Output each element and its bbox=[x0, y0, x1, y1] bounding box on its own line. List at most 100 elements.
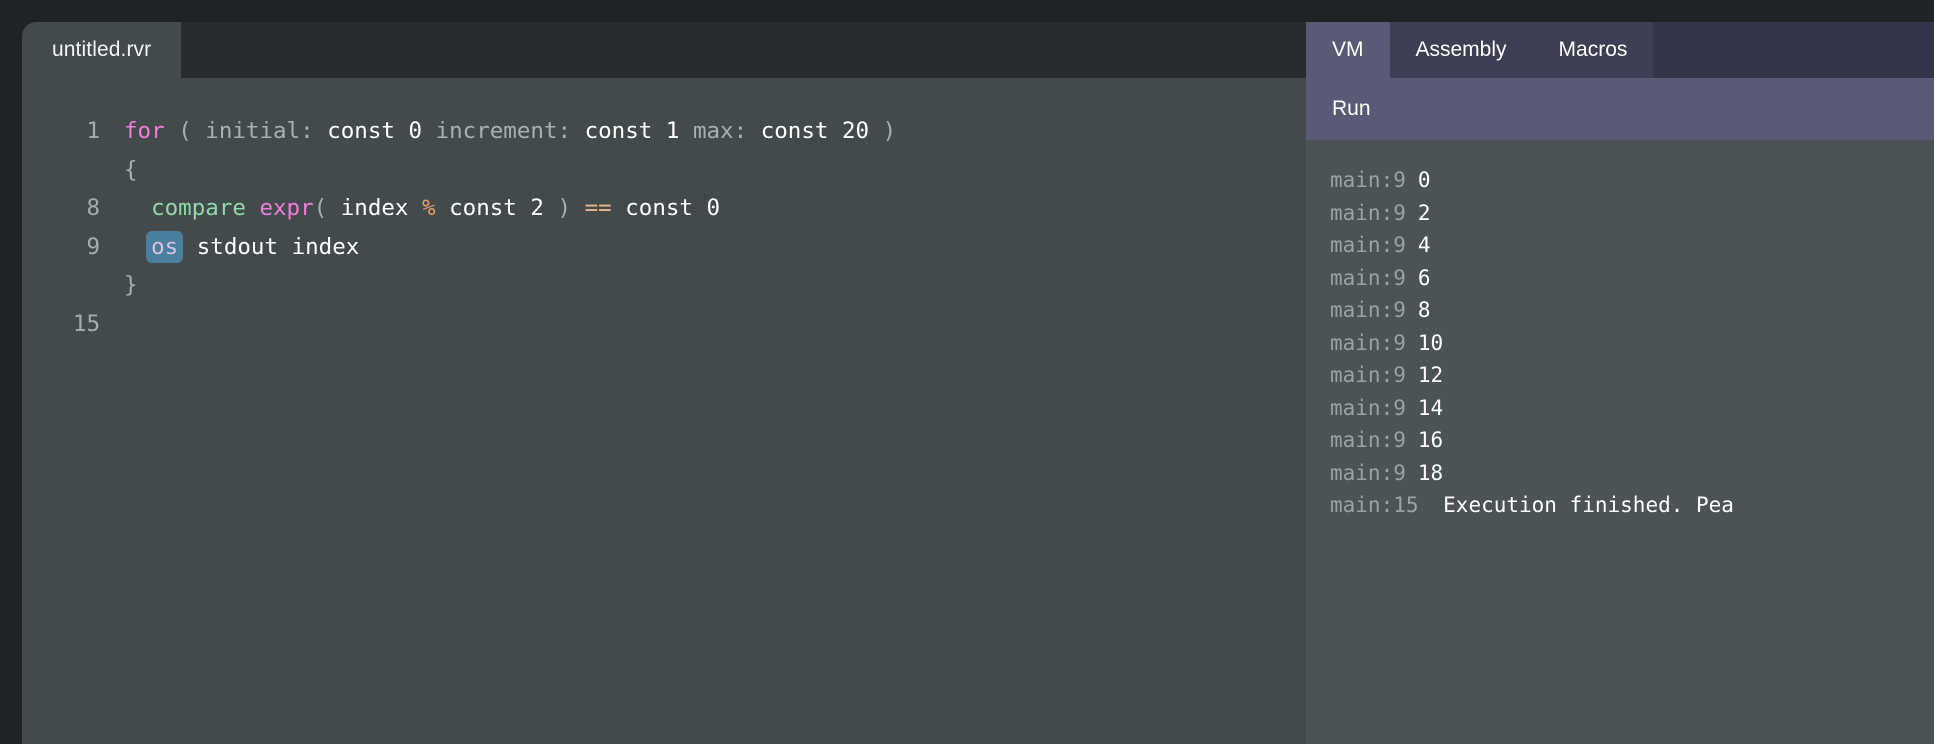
vm-output-line: main:9 2 bbox=[1306, 197, 1934, 230]
code-token: stdout bbox=[196, 233, 279, 260]
code-token: ) bbox=[882, 118, 897, 144]
code-line[interactable]: 1 for ( initial: const 0 increment: const… bbox=[22, 112, 1306, 151]
selected-token[interactable]: os bbox=[146, 230, 184, 263]
vm-output-line: main:9 18 bbox=[1306, 457, 1934, 490]
vm-output-value: 10 bbox=[1417, 330, 1444, 355]
editor-pane: untitled.rvr 1 for ( initial: const 0 inc… bbox=[22, 22, 1306, 744]
app-window: untitled.rvr 1 for ( initial: const 0 inc… bbox=[0, 0, 1934, 744]
code-token: const 20 bbox=[760, 118, 870, 144]
code-line-text: } bbox=[100, 266, 138, 305]
vm-output-source: main:15 bbox=[1330, 493, 1419, 517]
vm-output-source: main:9 bbox=[1330, 233, 1406, 257]
code-token: ( bbox=[178, 118, 192, 144]
vm-output-line: main:9 4 bbox=[1306, 229, 1934, 262]
vm-toolbar: Run bbox=[1306, 78, 1934, 140]
vm-tab-vm[interactable]: VM bbox=[1306, 22, 1390, 78]
vm-output-line: main:9 0 bbox=[1306, 164, 1934, 197]
code-token: } bbox=[124, 272, 138, 298]
vm-tab-macros[interactable]: Macros bbox=[1532, 22, 1654, 78]
code-token: ) bbox=[557, 195, 572, 221]
code-token: expr bbox=[259, 195, 314, 221]
vm-output-line: main:9 12 bbox=[1306, 359, 1934, 392]
vm-output-source: main:9 bbox=[1330, 168, 1406, 192]
code-token: const 2 bbox=[449, 195, 544, 221]
code-line-text: os stdout index bbox=[100, 228, 359, 267]
vm-output-value: 4 bbox=[1417, 233, 1431, 257]
code-line[interactable]: 8 compare expr( index % const 2 ) == con… bbox=[22, 189, 1306, 228]
code-token: max: bbox=[692, 118, 748, 144]
vm-panel: VM Assembly Macros Run main:9 0 main:9 2 main:… bbox=[1306, 22, 1934, 744]
vm-tab-assembly[interactable]: Assembly bbox=[1389, 22, 1533, 78]
vm-output-source: main:9 bbox=[1330, 265, 1406, 290]
vm-output-source: main:9 bbox=[1330, 395, 1406, 420]
vm-tab-bar: VM Assembly Macros bbox=[1306, 22, 1934, 78]
vm-output-source: main:9 bbox=[1330, 460, 1406, 485]
code-line[interactable]: 15 bbox=[22, 305, 1306, 344]
code-token: initial: bbox=[205, 118, 314, 144]
vm-output-value: 14 bbox=[1417, 395, 1444, 420]
vm-output-value: 2 bbox=[1417, 200, 1431, 225]
vm-output-value: 0 bbox=[1417, 168, 1431, 192]
vm-output-source: main:9 bbox=[1330, 363, 1406, 387]
file-tab-untitled[interactable]: untitled.rvr bbox=[22, 22, 182, 78]
code-token: { bbox=[124, 156, 138, 183]
line-number: 1 bbox=[86, 118, 100, 144]
code-token: const 1 bbox=[584, 118, 680, 144]
code-line[interactable]: } bbox=[22, 266, 1306, 305]
line-number: 8 bbox=[86, 195, 100, 221]
vm-output-value: 12 bbox=[1417, 363, 1444, 387]
vm-output-line: main:9 6 bbox=[1306, 262, 1934, 295]
vm-output-source: main:9 bbox=[1330, 428, 1406, 452]
code-line-text: for ( initial: const 0 increment: const … bbox=[100, 112, 896, 151]
editor-tab-strip: untitled.rvr bbox=[22, 22, 1306, 78]
code-token: for bbox=[124, 118, 165, 144]
code-editor[interactable]: 1 for ( initial: const 0 increment: const… bbox=[22, 78, 1306, 744]
vm-output-source: main:9 bbox=[1330, 200, 1406, 225]
code-line[interactable]: { bbox=[22, 151, 1306, 190]
vm-output-line: main:9 8 bbox=[1306, 294, 1934, 327]
vm-output-value: 16 bbox=[1417, 428, 1444, 452]
vm-output-value: 8 bbox=[1417, 298, 1431, 322]
code-token: const 0 bbox=[625, 195, 721, 221]
vm-output-value: Execution finished. Pea bbox=[1430, 493, 1734, 517]
line-number: 15 bbox=[72, 310, 100, 337]
vm-output-source: main:9 bbox=[1330, 298, 1406, 322]
vm-output-line: main:15 Execution finished. Pea bbox=[1306, 489, 1934, 522]
code-token: const 0 bbox=[327, 118, 423, 144]
vm-output-console[interactable]: main:9 0 main:9 2 main:9 4 main:9 6 main:9 8 main:… bbox=[1306, 140, 1934, 744]
vm-output-source: main:9 bbox=[1330, 330, 1406, 355]
code-token: index bbox=[340, 195, 409, 221]
vm-tab-bar-filler bbox=[1653, 22, 1934, 78]
vm-output-value: 6 bbox=[1417, 265, 1431, 290]
vm-output-line: main:9 14 bbox=[1306, 392, 1934, 425]
file-tab-label: untitled.rvr bbox=[52, 38, 152, 61]
code-line-text: compare expr( index % const 2 ) == const… bbox=[100, 189, 720, 228]
code-line-text: { bbox=[100, 151, 138, 190]
code-token: increment: bbox=[435, 118, 572, 144]
code-token: == bbox=[584, 195, 612, 221]
code-token: ( bbox=[313, 195, 328, 221]
code-line[interactable]: 9 os stdout index bbox=[22, 228, 1306, 267]
run-button[interactable]: Run bbox=[1306, 97, 1397, 121]
code-token: index bbox=[291, 233, 360, 260]
vm-output-line: main:9 16 bbox=[1306, 424, 1934, 457]
vm-output-line: main:9 10 bbox=[1306, 327, 1934, 360]
code-token: compare bbox=[151, 195, 246, 221]
